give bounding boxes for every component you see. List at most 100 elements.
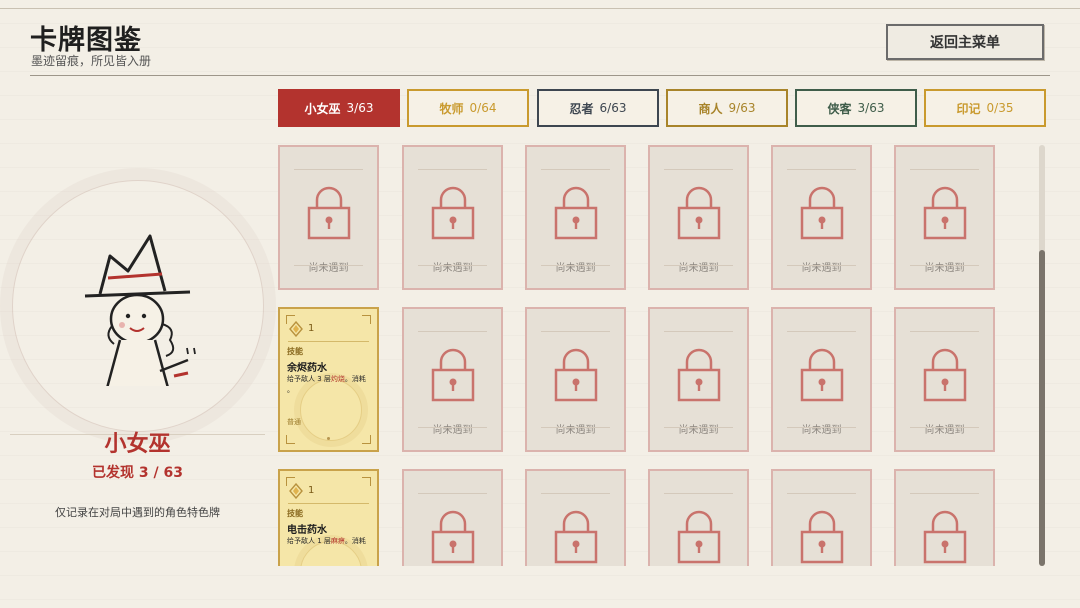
card-locked[interactable]: 尚未遇到 <box>525 469 626 566</box>
card-line <box>787 265 856 266</box>
card-divider <box>288 503 369 504</box>
card-line <box>418 493 487 494</box>
card-line <box>910 493 979 494</box>
card-name: 余烬药水 <box>287 363 327 374</box>
character-discovery-progress: 已发现 3 / 63 <box>92 465 183 481</box>
card-locked[interactable]: 尚未遇到 <box>402 469 503 566</box>
card-line <box>787 331 856 332</box>
card-locked[interactable]: 尚未遇到 <box>402 307 503 452</box>
desc-text: 给予敌人 1 层 <box>287 537 331 545</box>
card-locked[interactable]: 尚未遇到 <box>402 145 503 290</box>
card-line <box>294 265 363 266</box>
card-corner <box>362 435 371 444</box>
card-locked[interactable]: 尚未遇到 <box>894 469 995 566</box>
page-subtitle: 墨迹留痕，所见皆入册 <box>31 54 152 68</box>
card-line <box>910 427 979 428</box>
card-line <box>664 427 733 428</box>
card-cost: 1 <box>308 485 315 496</box>
card-locked[interactable]: 尚未遇到 <box>525 307 626 452</box>
card-line <box>541 265 610 266</box>
card-line <box>294 169 363 170</box>
lock-icon <box>677 186 721 240</box>
lock-icon <box>554 186 598 240</box>
card-cost: 1 <box>308 323 315 334</box>
class-tabs: 小女巫 3/63 牧师 0/64 忍者 6/63 商人 9/63 侠客 3/63 印记 0/35 <box>278 89 1048 127</box>
tab-3[interactable]: 忍者 6/63 <box>537 89 659 127</box>
tab-name: 印记 <box>956 101 981 116</box>
card-line <box>541 427 610 428</box>
lock-icon <box>554 510 598 564</box>
lock-icon <box>923 348 967 402</box>
character-note: 仅记录在对局中遇到的角色特色牌 <box>55 506 220 519</box>
card-dot <box>327 437 330 440</box>
locked-label: 尚未遇到 <box>678 263 719 274</box>
desc-text: 给予敌人 3 层 <box>287 375 331 383</box>
card-locked[interactable]: 尚未遇到 <box>771 307 872 452</box>
card-line <box>787 427 856 428</box>
tab-count: 3/63 <box>857 101 885 115</box>
tab-name: 侠客 <box>827 101 852 116</box>
tab-count: 6/63 <box>599 101 627 115</box>
card-locked[interactable]: 尚未遇到 <box>525 145 626 290</box>
desc-keyword: 麻痹 <box>330 537 345 545</box>
tab-6[interactable]: 印记 0/35 <box>924 89 1046 127</box>
card-line <box>418 427 487 428</box>
card-line <box>910 265 979 266</box>
card-locked[interactable]: 尚未遇到 <box>278 145 379 290</box>
card-line <box>664 493 733 494</box>
card-corner <box>286 435 295 444</box>
tab-count: 0/35 <box>986 101 1014 115</box>
card-discovered[interactable]: 1 技能 余烬药水 给予敌人 3 层灼烧。消耗。普通 <box>278 307 379 452</box>
scrollbar-thumb[interactable] <box>1039 250 1045 566</box>
card-locked[interactable]: 尚未遇到 <box>894 145 995 290</box>
card-name: 电击药水 <box>287 525 327 536</box>
card-line <box>418 331 487 332</box>
card-line <box>664 265 733 266</box>
tab-5[interactable]: 侠客 3/63 <box>795 89 917 127</box>
card-line <box>787 169 856 170</box>
locked-label: 尚未遇到 <box>801 263 842 274</box>
card-line <box>910 169 979 170</box>
card-corner <box>362 477 371 486</box>
card-locked[interactable]: 尚未遇到 <box>648 307 749 452</box>
lock-icon <box>554 348 598 402</box>
card-description: 给予敌人 3 层灼烧。消耗。 <box>287 374 375 396</box>
card-line <box>910 331 979 332</box>
locked-label: 尚未遇到 <box>555 425 596 436</box>
locked-label: 尚未遇到 <box>432 425 473 436</box>
tab-count: 9/63 <box>728 101 756 115</box>
card-line <box>418 265 487 266</box>
locked-label: 尚未遇到 <box>432 263 473 274</box>
little-witch-portrait-icon <box>84 234 196 386</box>
card-locked[interactable]: 尚未遇到 <box>771 145 872 290</box>
character-panel: 小女巫 已发现 3 / 63 仅记录在对局中遇到的角色特色牌 <box>0 80 275 608</box>
tab-name: 商人 <box>698 101 723 116</box>
card-locked[interactable]: 尚未遇到 <box>648 469 749 566</box>
card-type: 技能 <box>287 347 303 356</box>
card-discovered[interactable]: 1 技能 电击药水 给予敌人 1 层麻痹。消耗 <box>278 469 379 566</box>
card-divider <box>288 341 369 342</box>
desc-keyword: 灼烧 <box>330 375 345 383</box>
tab-name: 小女巫 <box>304 101 341 116</box>
back-to-main-menu-button[interactable]: 返回主菜单 <box>886 24 1044 60</box>
locked-label: 尚未遇到 <box>678 425 719 436</box>
tab-2[interactable]: 牧师 0/64 <box>407 89 529 127</box>
card-locked[interactable]: 尚未遇到 <box>894 307 995 452</box>
card-grid: 尚未遇到 尚未遇到 尚未遇到 尚未遇到 尚未遇到 尚未遇到 1 技能 余烬药水 给予敌人 3 层灼… <box>278 145 1028 566</box>
lock-icon <box>431 348 475 402</box>
card-line <box>541 331 610 332</box>
tab-4[interactable]: 商人 9/63 <box>666 89 788 127</box>
locked-label: 尚未遇到 <box>555 263 596 274</box>
lock-icon <box>800 186 844 240</box>
card-line <box>541 493 610 494</box>
card-corner <box>362 315 371 324</box>
card-locked[interactable]: 尚未遇到 <box>771 469 872 566</box>
card-locked[interactable]: 尚未遇到 <box>648 145 749 290</box>
lock-icon <box>677 348 721 402</box>
card-line <box>664 331 733 332</box>
header-divider <box>30 75 1050 76</box>
tab-name: 忍者 <box>569 101 594 116</box>
tab-1[interactable]: 小女巫 3/63 <box>278 89 400 127</box>
lock-icon <box>800 348 844 402</box>
lock-icon <box>431 186 475 240</box>
